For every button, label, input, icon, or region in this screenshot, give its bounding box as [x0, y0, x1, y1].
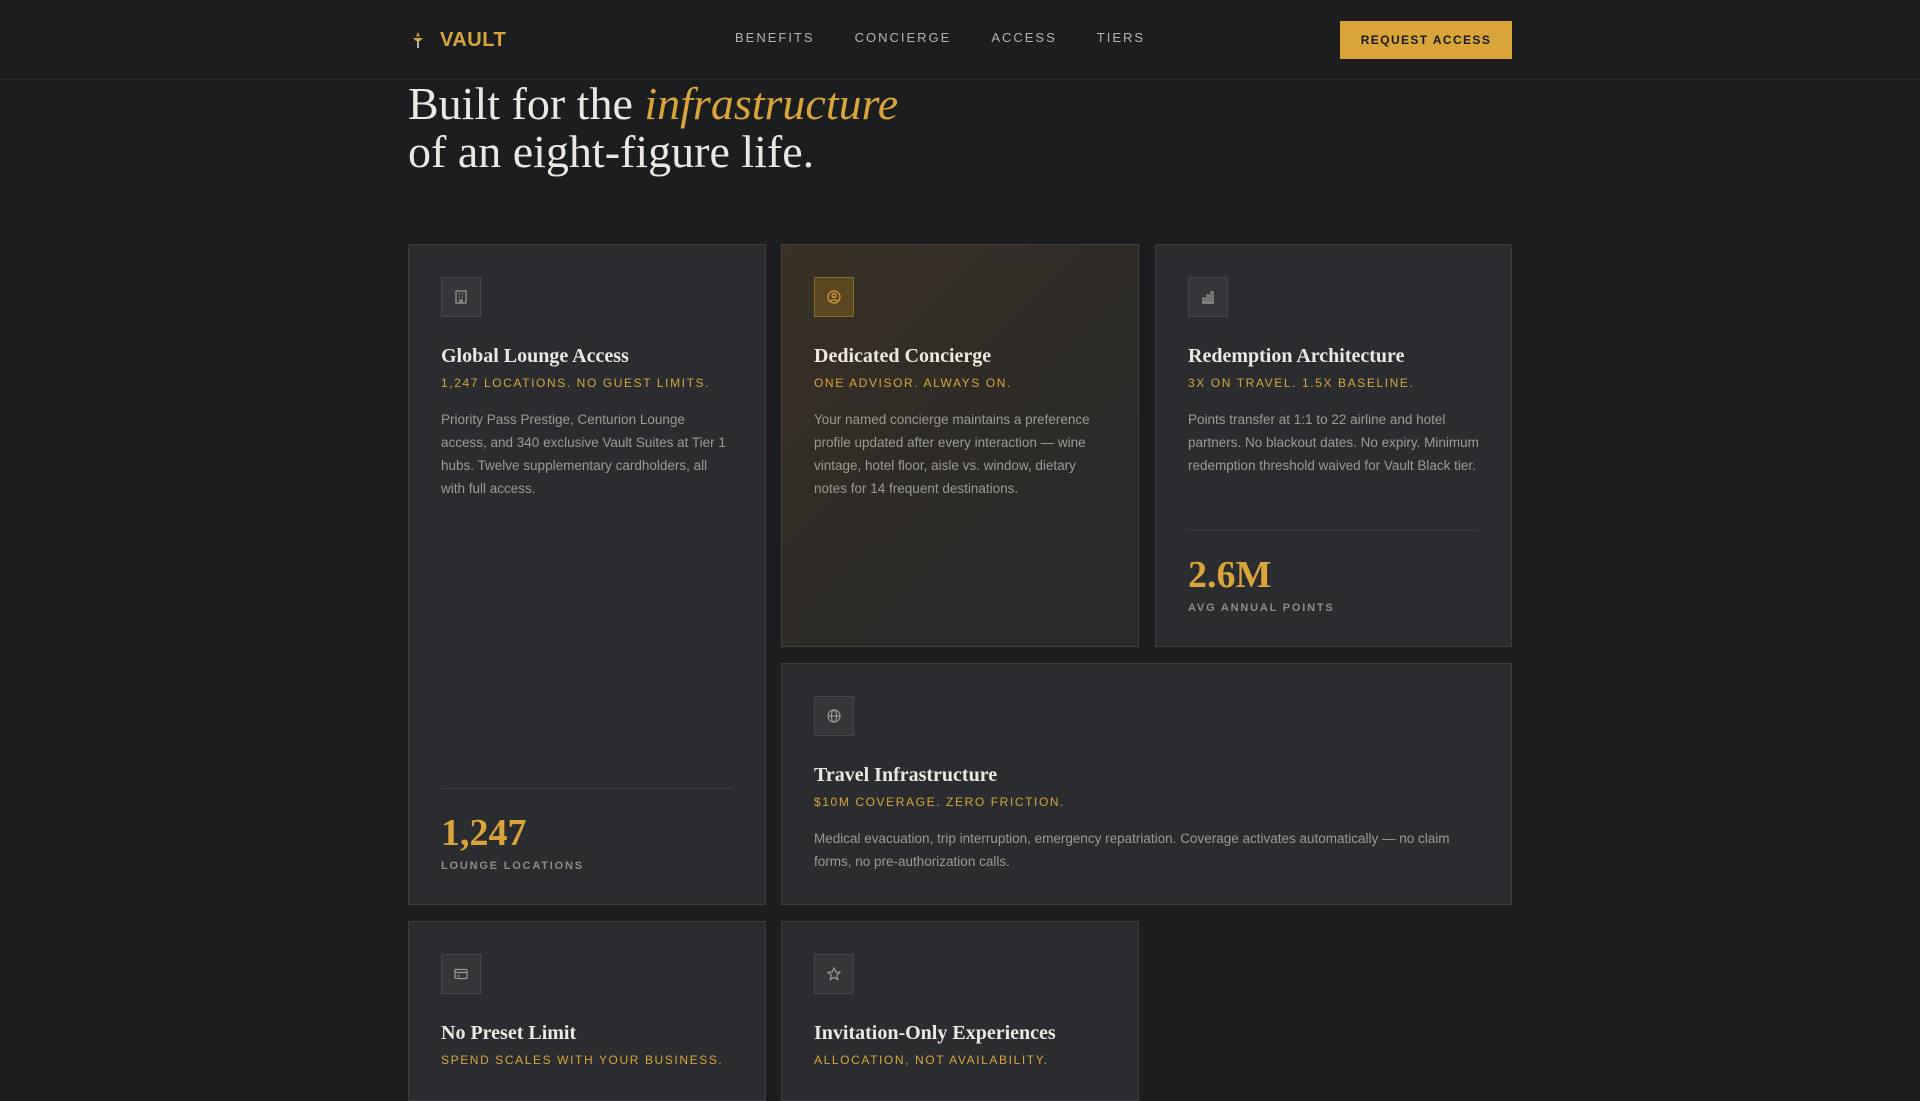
- card-global-lounge-access[interactable]: Global Lounge Access 1,247 LOCATIONS. NO…: [408, 244, 766, 905]
- hero-line1-prefix: Built for the: [408, 78, 645, 129]
- card-title: Global Lounge Access: [441, 345, 629, 367]
- card-invitation-only-experiences[interactable]: Invitation-Only Experiences ALLOCATION, …: [781, 921, 1139, 1101]
- torch-icon: [413, 32, 423, 48]
- card-subtitle: $10M COVERAGE. ZERO FRICTION.: [814, 795, 1066, 809]
- hero-headline: Built for the infrastructure of an eight…: [408, 80, 898, 176]
- credit-card-icon: [441, 954, 481, 994]
- nav-links: BENEFITS CONCIERGE ACCESS TIERS: [735, 30, 1145, 45]
- stat-label: AVG ANNUAL POINTS: [1188, 602, 1335, 614]
- card-title: No Preset Limit: [441, 1022, 577, 1044]
- globe-icon: [814, 696, 854, 736]
- card-subtitle: 1,247 LOCATIONS. NO GUEST LIMITS.: [441, 376, 711, 390]
- card-subtitle: ALLOCATION, NOT AVAILABILITY.: [814, 1053, 1049, 1067]
- card-body: Your named concierge maintains a prefere…: [814, 412, 1090, 496]
- user-circle-icon: [814, 277, 854, 317]
- card-subtitle: 3X ON TRAVEL. 1.5X BASELINE.: [1188, 376, 1415, 390]
- top-nav: VAULT BENEFITS CONCIERGE ACCESS TIERS RE…: [0, 0, 1920, 80]
- nav-link-benefits[interactable]: BENEFITS: [735, 30, 815, 45]
- card-body: Priority Pass Prestige, Centurion Lounge…: [441, 412, 726, 496]
- card-redemption-architecture[interactable]: Redemption Architecture 3X ON TRAVEL. 1.…: [1155, 244, 1512, 647]
- card-body: Points transfer at 1:1 to 22 airline and…: [1188, 412, 1479, 473]
- card-title: Redemption Architecture: [1188, 345, 1405, 367]
- card-title: Invitation-Only Experiences: [814, 1022, 1056, 1044]
- card-body: Medical evacuation, trip interruption, e…: [814, 831, 1450, 869]
- stat-label: LOUNGE LOCATIONS: [441, 860, 584, 872]
- nav-link-concierge[interactable]: CONCIERGE: [855, 30, 952, 45]
- brand-name: VAULT: [440, 28, 507, 51]
- card-subtitle: SPEND SCALES WITH YOUR BUSINESS.: [441, 1053, 724, 1067]
- card-divider: [1188, 530, 1479, 531]
- nav-link-access[interactable]: ACCESS: [991, 30, 1056, 45]
- bar-chart-icon: [1188, 277, 1228, 317]
- card-divider: [441, 788, 733, 789]
- card-title: Dedicated Concierge: [814, 345, 992, 367]
- card-dedicated-concierge[interactable]: Dedicated Concierge ONE ADVISOR. ALWAYS …: [781, 244, 1139, 647]
- card-subtitle: ONE ADVISOR. ALWAYS ON.: [814, 376, 1012, 390]
- request-access-button[interactable]: REQUEST ACCESS: [1340, 21, 1512, 59]
- star-icon: [814, 954, 854, 994]
- nav-link-tiers[interactable]: TIERS: [1097, 30, 1145, 45]
- building-icon: [441, 277, 481, 317]
- stat-value: 1,247: [441, 812, 527, 854]
- card-travel-infrastructure[interactable]: Travel Infrastructure $10M COVERAGE. ZER…: [781, 663, 1512, 905]
- card-title: Travel Infrastructure: [814, 764, 998, 786]
- hero-line2: of an eight-figure life.: [408, 126, 815, 177]
- stat-value: 2.6M: [1188, 554, 1272, 596]
- card-no-preset-limit[interactable]: No Preset Limit SPEND SCALES WITH YOUR B…: [408, 921, 766, 1101]
- brand-logo[interactable]: VAULT: [408, 24, 506, 56]
- hero-emphasis: infrastructure: [644, 78, 899, 129]
